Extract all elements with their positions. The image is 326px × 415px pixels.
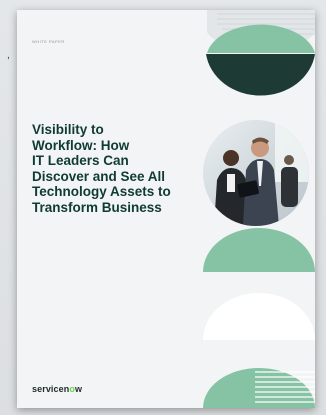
screenshot-stage: , WHITE PAPER Visibility to Workflow: Ho…	[0, 0, 326, 415]
title-line: Discover and See All	[32, 168, 166, 184]
document-title: Visibility to Workflow: How IT Leaders C…	[32, 122, 210, 216]
striped-semicircle-bottom	[203, 368, 315, 408]
logo-text-start: servicen	[32, 384, 70, 394]
title-line: Transform Business	[32, 199, 162, 215]
title-line: Technology Assets to	[32, 184, 171, 200]
title-line: Visibility to	[32, 122, 104, 137]
dark-green-semicircle	[206, 54, 315, 96]
title-line: Workflow: How	[32, 137, 130, 153]
business-people-photo	[203, 120, 309, 226]
servicenow-logo: servicenow	[32, 384, 82, 394]
title-line: IT Leaders Can	[32, 153, 129, 169]
white-semicircle	[203, 293, 315, 340]
mint-semicircle-middle	[203, 228, 315, 272]
logo-text-end: w	[74, 384, 83, 394]
document-type-label: WHITE PAPER	[32, 39, 65, 44]
edge-glyph: ,	[7, 50, 10, 61]
white-paper-cover[interactable]: WHITE PAPER Visibility to Workflow: How …	[17, 10, 315, 408]
